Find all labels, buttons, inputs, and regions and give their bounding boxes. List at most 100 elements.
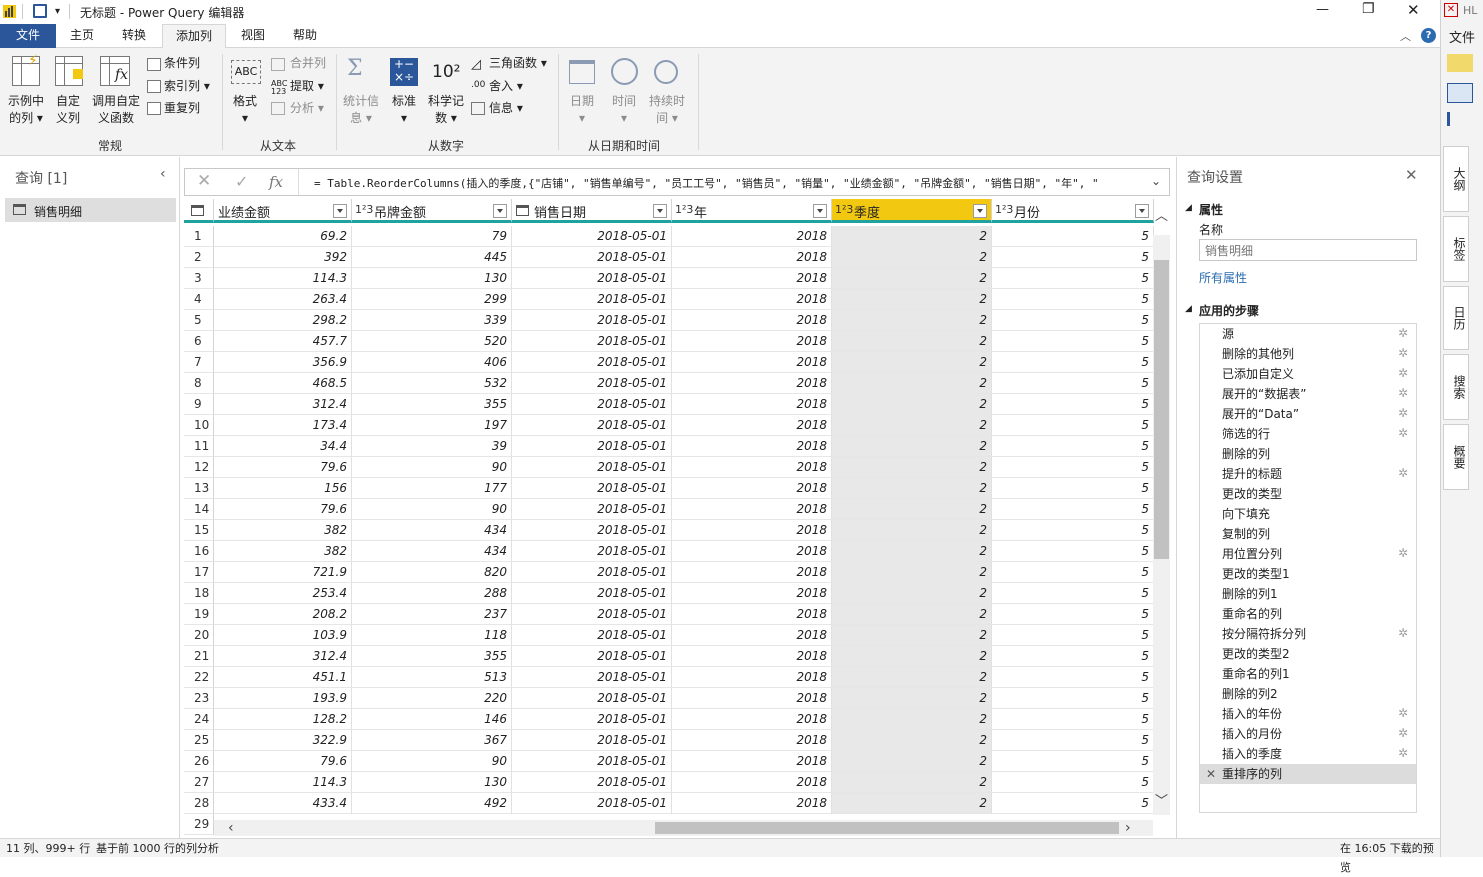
sidebar-tool-3-icon[interactable] (1447, 112, 1465, 126)
column-filter-dropdown-icon[interactable] (653, 204, 667, 218)
table-cell[interactable]: 2018 (672, 541, 832, 562)
table-cell[interactable]: 312.4 (214, 646, 352, 667)
table-cell[interactable]: 2 (832, 730, 992, 751)
table-cell[interactable]: 5 (992, 394, 1154, 415)
minimize-button[interactable]: — (1316, 2, 1329, 17)
table-cell[interactable]: 2018 (672, 247, 832, 268)
row-number[interactable]: 10 (184, 415, 214, 436)
table-cell[interactable]: 492 (352, 793, 512, 814)
table-cell[interactable]: 2 (832, 499, 992, 520)
applied-step[interactable]: 更改的类型 (1200, 484, 1416, 504)
table-cell[interactable]: 445 (352, 247, 512, 268)
date-button[interactable]: 日期 ▾ (570, 93, 594, 127)
table-cell[interactable]: 5 (992, 289, 1154, 310)
applied-step[interactable]: 展开的“数据表” ✲ (1200, 384, 1416, 404)
table-cell[interactable]: 2018 (672, 604, 832, 625)
steps-collapse-icon[interactable]: ◢ (1185, 304, 1192, 314)
applied-step[interactable]: 已添加自定义 ✲ (1200, 364, 1416, 384)
table-cell[interactable]: 5 (992, 247, 1154, 268)
table-cell[interactable]: 5 (992, 793, 1154, 814)
table-cell[interactable]: 90 (352, 751, 512, 772)
quick-access-dropdown-icon[interactable]: ▾ (55, 6, 60, 17)
row-number[interactable]: 7 (184, 352, 214, 373)
table-cell[interactable]: 355 (352, 646, 512, 667)
table-cell[interactable]: 2018 (672, 520, 832, 541)
table-cell[interactable]: 5 (992, 730, 1154, 751)
step-settings-gear-icon[interactable]: ✲ (1398, 347, 1410, 359)
table-cell[interactable]: 2 (832, 268, 992, 289)
scroll-up-icon[interactable]: ︿ (1155, 205, 1168, 224)
table-cell[interactable]: 2018 (672, 478, 832, 499)
table-cell[interactable]: 2018-05-01 (512, 646, 672, 667)
table-cell[interactable]: 2 (832, 394, 992, 415)
table-cell[interactable]: 2 (832, 541, 992, 562)
table-cell[interactable]: 5 (992, 520, 1154, 541)
applied-step[interactable]: 筛选的行 ✲ (1200, 424, 1416, 444)
trigonometry-button[interactable]: 三角函数 ▾ (489, 55, 547, 72)
table-cell[interactable]: 2 (832, 331, 992, 352)
table-cell[interactable]: 382 (214, 520, 352, 541)
formula-input[interactable]: = Table.ReorderColumns(插入的季度,{"店铺", "销售单… (314, 175, 1134, 191)
table-cell[interactable]: 2018 (672, 730, 832, 751)
close-settings-icon[interactable]: ✕ (1405, 166, 1418, 184)
table-cell[interactable]: 2 (832, 478, 992, 499)
table-cell[interactable]: 69.2 (214, 226, 352, 247)
column-type-icon[interactable]: 1²3 (995, 203, 1013, 216)
table-cell[interactable]: 299 (352, 289, 512, 310)
vertical-scrollbar[interactable]: ︿ ﹀ (1153, 209, 1170, 815)
table-cell[interactable]: 2018 (672, 646, 832, 667)
table-cell[interactable]: 5 (992, 478, 1154, 499)
step-settings-gear-icon[interactable]: ✲ (1398, 407, 1410, 419)
applied-step[interactable]: 插入的季度 ✲ (1200, 744, 1416, 764)
table-cell[interactable]: 2 (832, 688, 992, 709)
table-cell[interactable]: 2018 (672, 415, 832, 436)
column-type-icon[interactable]: 1²3 (675, 203, 693, 216)
table-cell[interactable]: 5 (992, 772, 1154, 793)
row-number[interactable]: 20 (184, 625, 214, 646)
query-name-input[interactable] (1199, 239, 1417, 261)
table-cell[interactable]: 2018-05-01 (512, 709, 672, 730)
table-cell[interactable]: 312.4 (214, 394, 352, 415)
table-cell[interactable]: 2018-05-01 (512, 415, 672, 436)
table-cell[interactable]: 2018-05-01 (512, 394, 672, 415)
column-header-4[interactable]: 1²3 季度 (832, 199, 992, 223)
table-cell[interactable]: 237 (352, 604, 512, 625)
table-cell[interactable]: 5 (992, 625, 1154, 646)
invoke-custom-function-button[interactable]: 调用自定义函数 (90, 93, 142, 127)
tab-file[interactable]: 文件 (0, 24, 56, 48)
column-type-icon[interactable]: 1²3 (355, 203, 373, 216)
table-cell[interactable]: 5 (992, 751, 1154, 772)
column-filter-dropdown-icon[interactable] (333, 204, 347, 218)
column-filter-dropdown-icon[interactable] (1135, 204, 1149, 218)
scroll-left-icon[interactable]: ‹ (228, 820, 234, 836)
table-cell[interactable]: 5 (992, 457, 1154, 478)
table-cell[interactable]: 79.6 (214, 751, 352, 772)
table-cell[interactable]: 2 (832, 625, 992, 646)
applied-step[interactable]: 展开的“Data” ✲ (1200, 404, 1416, 424)
column-header-5[interactable]: 1²3 月份 (992, 199, 1154, 223)
properties-collapse-icon[interactable]: ◢ (1185, 203, 1192, 213)
table-cell[interactable]: 2018-05-01 (512, 562, 672, 583)
step-settings-gear-icon[interactable]: ✲ (1398, 327, 1410, 339)
app-close-icon[interactable]: ✕ (1444, 3, 1458, 17)
applied-step[interactable]: 插入的月份 ✲ (1200, 724, 1416, 744)
step-settings-gear-icon[interactable]: ✲ (1398, 627, 1410, 639)
vertical-scroll-thumb[interactable] (1154, 260, 1169, 559)
step-settings-gear-icon[interactable]: ✲ (1398, 367, 1410, 379)
table-cell[interactable]: 2018-05-01 (512, 457, 672, 478)
table-cell[interactable]: 173.4 (214, 415, 352, 436)
table-cell[interactable]: 520 (352, 331, 512, 352)
row-number[interactable]: 14 (184, 499, 214, 520)
table-cell[interactable]: 2018 (672, 688, 832, 709)
scroll-down-icon[interactable]: ﹀ (1155, 790, 1168, 809)
table-cell[interactable]: 2 (832, 646, 992, 667)
table-cell[interactable]: 2018-05-01 (512, 604, 672, 625)
table-cell[interactable]: 2018-05-01 (512, 436, 672, 457)
table-cell[interactable]: 130 (352, 772, 512, 793)
table-cell[interactable]: 2018 (672, 268, 832, 289)
delete-step-icon[interactable]: ✕ (1206, 764, 1216, 784)
table-cell[interactable]: 2018-05-01 (512, 478, 672, 499)
table-cell[interactable]: 339 (352, 310, 512, 331)
table-cell[interactable]: 2018 (672, 436, 832, 457)
table-cell[interactable]: 433.4 (214, 793, 352, 814)
